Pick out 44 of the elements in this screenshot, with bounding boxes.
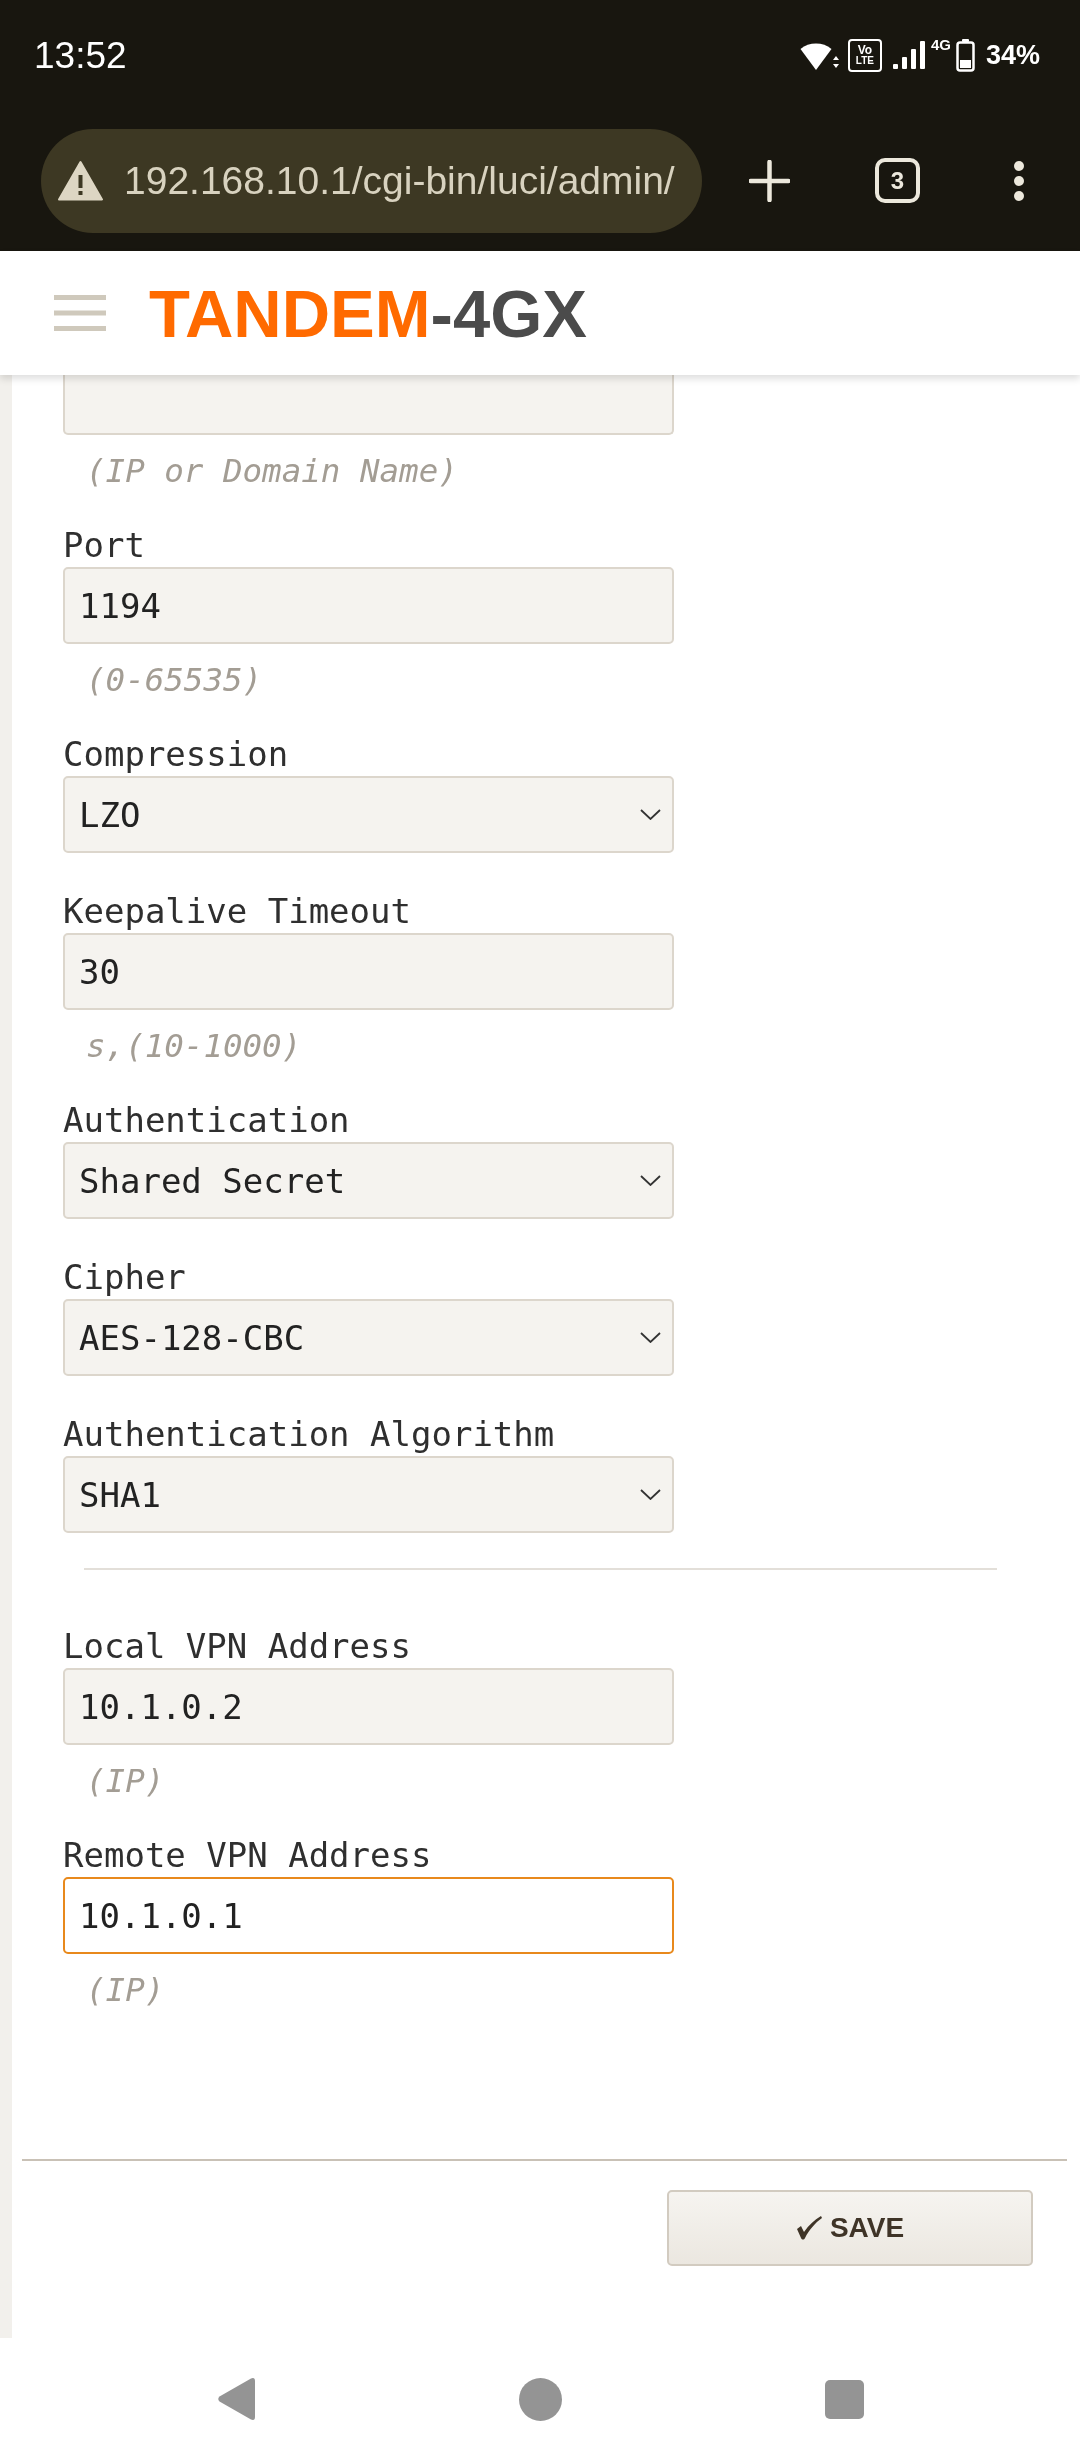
field-hint: (IP or Domain Name) [86, 451, 458, 491]
text-field[interactable]: 10.1.0.1 [63, 1877, 674, 1954]
tab-switcher-button[interactable]: 3 [875, 158, 920, 203]
field-label: Local VPN Address [63, 1626, 411, 1666]
chevron-down-icon [640, 809, 661, 820]
field-label: Keepalive Timeout [63, 891, 411, 931]
chevron-down-icon [640, 1175, 661, 1186]
text-field[interactable]: 10.1.0.2 [63, 1668, 674, 1745]
field-label: Cipher [63, 1257, 186, 1297]
field-hint: s,(10-1000) [86, 1026, 302, 1066]
home-icon[interactable] [518, 2377, 562, 2421]
logo-text: TANDEM-4GX [149, 279, 587, 347]
field-hint: (IP) [86, 1761, 165, 1801]
plus-icon[interactable] [749, 159, 790, 202]
chevron-down-icon [640, 1332, 661, 1343]
text-field[interactable] [63, 375, 674, 435]
field-hint: (IP) [86, 1970, 165, 2010]
field-label: Compression [63, 734, 289, 774]
field-label: Authentication Algorithm [63, 1414, 555, 1454]
text-field[interactable]: 30 [63, 933, 674, 1010]
status-time: 13:52 [34, 36, 127, 74]
field-label: Port [63, 525, 145, 565]
dropdown[interactable]: SHA1 [63, 1456, 674, 1533]
chevron-down-icon [640, 1489, 661, 1500]
dropdown[interactable]: LZO [63, 776, 674, 853]
dropdown[interactable]: Shared Secret [63, 1142, 674, 1219]
back-icon[interactable] [216, 2377, 256, 2421]
volte-badge: Vo LTE [847, 38, 882, 72]
field-label: Remote VPN Address [63, 1835, 432, 1875]
warning-icon [58, 160, 103, 201]
network-type-label: 4G [930, 36, 951, 52]
text-field[interactable]: 1194 [63, 567, 674, 644]
signal-icon [892, 41, 927, 69]
battery-percentage: 34% [985, 41, 1040, 69]
field-label: Authentication [63, 1100, 350, 1140]
save-button[interactable]: SAVE [667, 2190, 1033, 2266]
square-icon[interactable] [824, 2379, 864, 2419]
menu-icon[interactable] [54, 295, 106, 331]
battery-icon [955, 38, 975, 72]
address-bar[interactable]: 192.168.10.1/cgi-bin/luci/admin/ [41, 128, 702, 233]
check-icon [795, 2216, 822, 2240]
dropdown[interactable]: AES-128-CBC [63, 1299, 674, 1376]
field-hint: (0-65535) [86, 660, 263, 700]
more-options-icon[interactable] [1012, 160, 1026, 201]
